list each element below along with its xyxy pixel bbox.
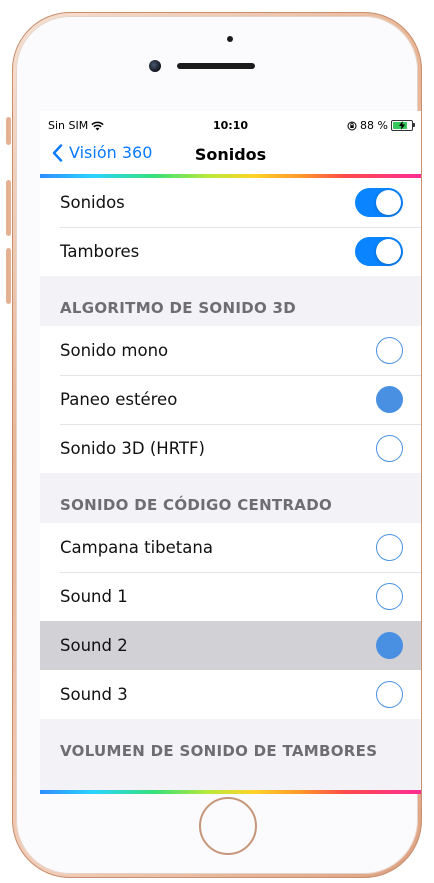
- toggle-knob: [376, 190, 401, 215]
- list-item-label: Campana tibetana: [60, 538, 213, 557]
- settings-list: Sonidos Tambores ALGORITMO DE SONIDO 3D Son…: [40, 178, 421, 769]
- battery-percent: 88 %: [360, 119, 388, 132]
- home-button[interactable]: [199, 797, 257, 855]
- radio-button[interactable]: [376, 386, 403, 413]
- rainbow-divider-bottom: [40, 790, 421, 794]
- list-item-label: Sonidos: [60, 193, 125, 212]
- list-item-label: Sound 1: [60, 587, 128, 606]
- radio-button[interactable]: [376, 583, 403, 610]
- list-item-label: Sound 3: [60, 685, 128, 704]
- list-item[interactable]: Sound 2: [40, 621, 421, 670]
- front-camera: [149, 60, 161, 72]
- toggle-switch[interactable]: [355, 188, 403, 217]
- back-button-label: Visión 360: [69, 143, 153, 162]
- radio-button[interactable]: [376, 435, 403, 462]
- toggle-knob: [376, 239, 401, 264]
- navigation-bar: Visión 360 Sonidos: [40, 139, 421, 174]
- mute-switch: [6, 117, 11, 145]
- list-item-label: Tambores: [60, 242, 140, 261]
- chevron-left-icon: [52, 143, 63, 162]
- list-item[interactable]: Campana tibetana: [40, 523, 421, 572]
- volume-down-button: [6, 248, 11, 304]
- radio-button[interactable]: [376, 337, 403, 364]
- list-item-label: Sonido 3D (HRTF): [60, 439, 205, 458]
- list-item-label: Sound 2: [60, 636, 128, 655]
- screen: Sin SIM 10:10 88 % Visión 360 Sonidos So…: [40, 111, 421, 794]
- list-item[interactable]: Sonido mono: [40, 326, 421, 375]
- section-header: VOLUMEN DE SONIDO DE TAMBORES: [40, 719, 421, 769]
- section-header: SONIDO DE CÓDIGO CENTRADO: [40, 473, 421, 523]
- list-item[interactable]: Tambores: [40, 227, 421, 276]
- status-bar: Sin SIM 10:10 88 %: [40, 111, 421, 139]
- list-item[interactable]: Sonidos: [40, 178, 421, 227]
- volume-up-button: [6, 180, 11, 236]
- radio-button[interactable]: [376, 681, 403, 708]
- list-item[interactable]: Sound 3: [40, 670, 421, 719]
- radio-button[interactable]: [376, 534, 403, 561]
- proximity-sensor: [227, 36, 233, 42]
- back-button[interactable]: Visión 360: [52, 143, 152, 162]
- list-item[interactable]: Sound 1: [40, 572, 421, 621]
- radio-button[interactable]: [376, 632, 403, 659]
- earpiece-speaker: [177, 63, 255, 69]
- battery-icon: [391, 120, 415, 131]
- orientation-lock-icon: [347, 121, 357, 130]
- list-item[interactable]: Paneo estéreo: [40, 375, 421, 424]
- list-item[interactable]: Sonido 3D (HRTF): [40, 424, 421, 473]
- charging-bolt-icon: [399, 121, 405, 130]
- toggle-switch[interactable]: [355, 237, 403, 266]
- list-item-label: Sonido mono: [60, 341, 169, 360]
- section-header: ALGORITMO DE SONIDO 3D: [40, 276, 421, 326]
- list-item-label: Paneo estéreo: [60, 390, 178, 409]
